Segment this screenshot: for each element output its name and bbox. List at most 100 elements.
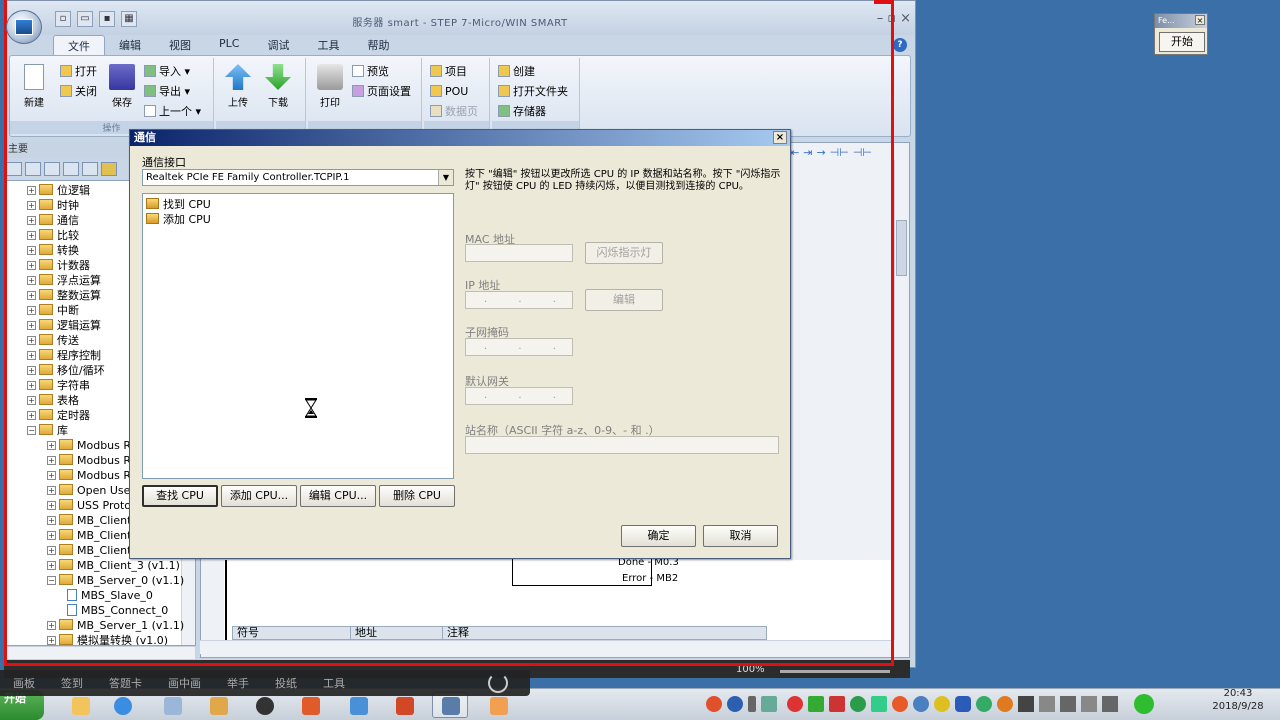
tree-item[interactable]: + 定时器 xyxy=(27,408,90,423)
expand-icon[interactable]: + xyxy=(27,306,36,315)
overlay-item-whiteboard[interactable]: 画板 xyxy=(0,675,48,691)
save-button[interactable]: 保存 xyxy=(104,64,140,109)
start-recording-button[interactable]: 开始 xyxy=(1159,32,1205,52)
import-button[interactable]: 导入 ▾ xyxy=(144,64,190,80)
tray-icon[interactable] xyxy=(1081,696,1097,712)
tree-item[interactable]: + 模拟量转换 (v1.0) xyxy=(47,633,168,645)
volume-icon[interactable] xyxy=(1060,696,1076,712)
tree-tool-icon[interactable] xyxy=(44,162,60,176)
page-setup-button[interactable]: 页面设置 xyxy=(352,84,411,100)
tab-file[interactable]: 文件 xyxy=(53,35,105,55)
collapse-icon[interactable]: − xyxy=(47,576,56,585)
open-folder-button[interactable]: 打开文件夹 xyxy=(498,84,568,100)
overlay-item-paper[interactable]: 投纸 xyxy=(262,675,310,691)
close-button[interactable]: 关闭 xyxy=(60,84,97,100)
tray-app-icon[interactable] xyxy=(706,696,722,712)
tree-item[interactable]: − MB_Server_0 (v1.1) xyxy=(47,573,184,588)
expand-icon[interactable]: + xyxy=(27,411,36,420)
tree-item[interactable]: + 表格 xyxy=(27,393,79,408)
expand-icon[interactable]: + xyxy=(27,366,36,375)
power-icon[interactable] xyxy=(488,673,508,693)
expand-icon[interactable]: + xyxy=(27,351,36,360)
expand-icon[interactable]: + xyxy=(47,501,56,510)
tree-item[interactable]: MBS_Connect_0 xyxy=(67,603,168,618)
status-smile-icon[interactable] xyxy=(1134,694,1154,714)
tree-item[interactable]: + 转换 xyxy=(27,243,79,258)
tree-item[interactable]: + MB_Client_ xyxy=(47,528,137,543)
contact-icon[interactable]: ⊣⊢ xyxy=(830,146,849,159)
tree-item[interactable]: + Open User xyxy=(47,483,135,498)
help-icon[interactable]: ? xyxy=(893,38,907,52)
list-item-found-cpu[interactable]: 找到 CPU xyxy=(146,196,211,212)
expand-icon[interactable]: + xyxy=(27,216,36,225)
expand-icon[interactable]: + xyxy=(47,471,56,480)
minimize-icon[interactable]: – xyxy=(877,11,884,26)
network-icon[interactable] xyxy=(913,696,929,712)
tray-icon[interactable] xyxy=(787,696,803,712)
col-symbol[interactable]: 符号 xyxy=(233,627,351,639)
collapse-icon[interactable]: − xyxy=(27,426,36,435)
ok-button[interactable]: 确定 xyxy=(621,525,696,547)
expand-icon[interactable]: + xyxy=(27,336,36,345)
tree-item[interactable]: + 通信 xyxy=(27,213,79,228)
restore-icon[interactable]: ▫ xyxy=(887,11,896,26)
export-button[interactable]: 导出 ▾ xyxy=(144,84,190,100)
delete-cpu-button[interactable]: 删除 CPU xyxy=(379,485,455,507)
add-cpu-button[interactable]: 添加 CPU... xyxy=(221,485,297,507)
editor-vertical-scrollbar[interactable] xyxy=(894,160,908,640)
tray-icon[interactable] xyxy=(871,696,887,712)
tab-view[interactable]: 视图 xyxy=(155,35,205,55)
taskbar-clock[interactable]: 20:43 2018/9/28 xyxy=(1198,687,1278,713)
tab-edit[interactable]: 编辑 xyxy=(105,35,155,55)
bluetooth-icon[interactable] xyxy=(955,696,971,712)
tree-item[interactable]: + 浮点运算 xyxy=(27,273,101,288)
overlay-item-answer-card[interactable]: 答题卡 xyxy=(96,675,155,691)
previous-button[interactable]: 上一个 ▾ xyxy=(144,104,201,120)
print-button[interactable]: 打印 xyxy=(312,64,348,109)
overlay-item-tools[interactable]: 工具 xyxy=(310,675,358,691)
tree-horizontal-scrollbar[interactable] xyxy=(4,646,196,660)
tray-icon[interactable] xyxy=(808,696,824,712)
tree-item[interactable]: + Modbus RT xyxy=(47,468,137,483)
close-icon[interactable]: × xyxy=(900,11,911,26)
tree-item[interactable]: + 比较 xyxy=(27,228,79,243)
tray-icon[interactable] xyxy=(1039,696,1055,712)
expand-icon[interactable]: + xyxy=(47,441,56,450)
overlay-item-checkin[interactable]: 签到 xyxy=(48,675,96,691)
col-address[interactable]: 地址 xyxy=(351,627,443,639)
memory-button[interactable]: 存储器 xyxy=(498,104,546,120)
expand-icon[interactable]: + xyxy=(27,186,36,195)
data-page-button[interactable]: 数据页 xyxy=(430,104,478,120)
zoom-slider[interactable] xyxy=(780,670,890,673)
expand-icon[interactable]: + xyxy=(47,546,56,555)
tab-help[interactable]: 帮助 xyxy=(353,35,403,55)
tray-icon[interactable] xyxy=(934,696,950,712)
open-button[interactable]: 打开 xyxy=(60,64,97,80)
tree-tool-icon[interactable] xyxy=(101,162,117,176)
tree-item[interactable]: + 计数器 xyxy=(27,258,90,273)
tree-item[interactable]: + Modbus RT xyxy=(47,453,137,468)
expand-icon[interactable]: + xyxy=(47,531,56,540)
col-comment[interactable]: 注释 xyxy=(443,627,766,639)
flash-led-button[interactable]: 闪烁指示灯 xyxy=(585,242,663,264)
download-button[interactable]: 下载 xyxy=(260,64,296,109)
edit-cpu-button[interactable]: 编辑 CPU... xyxy=(300,485,376,507)
insert-branch-icon[interactable]: ⇥ xyxy=(803,146,812,159)
tree-tool-icon[interactable] xyxy=(25,162,41,176)
tree-item[interactable]: + 移位/循环 xyxy=(27,363,105,378)
interface-select[interactable]: Realtek PCIe FE Family Controller.TCPIP.… xyxy=(142,169,454,186)
tree-tool-icon[interactable] xyxy=(63,162,79,176)
help-tray-icon[interactable] xyxy=(727,696,743,712)
tree-item[interactable]: + 位逻辑 xyxy=(27,183,90,198)
expand-icon[interactable]: + xyxy=(47,636,56,645)
find-cpu-button[interactable]: 查找 CPU xyxy=(142,485,218,507)
tree-item[interactable]: + 程序控制 xyxy=(27,348,101,363)
overlay-item-pip[interactable]: 画中画 xyxy=(155,675,214,691)
expand-icon[interactable]: + xyxy=(47,456,56,465)
edit-ip-button[interactable]: 编辑 xyxy=(585,289,663,311)
list-item-add-cpu[interactable]: 添加 CPU xyxy=(146,211,211,227)
tray-icon[interactable] xyxy=(1018,696,1034,712)
project-button[interactable]: 项目 xyxy=(430,64,467,80)
preview-button[interactable]: 预览 xyxy=(352,64,389,80)
pou-button[interactable]: POU xyxy=(430,84,468,100)
